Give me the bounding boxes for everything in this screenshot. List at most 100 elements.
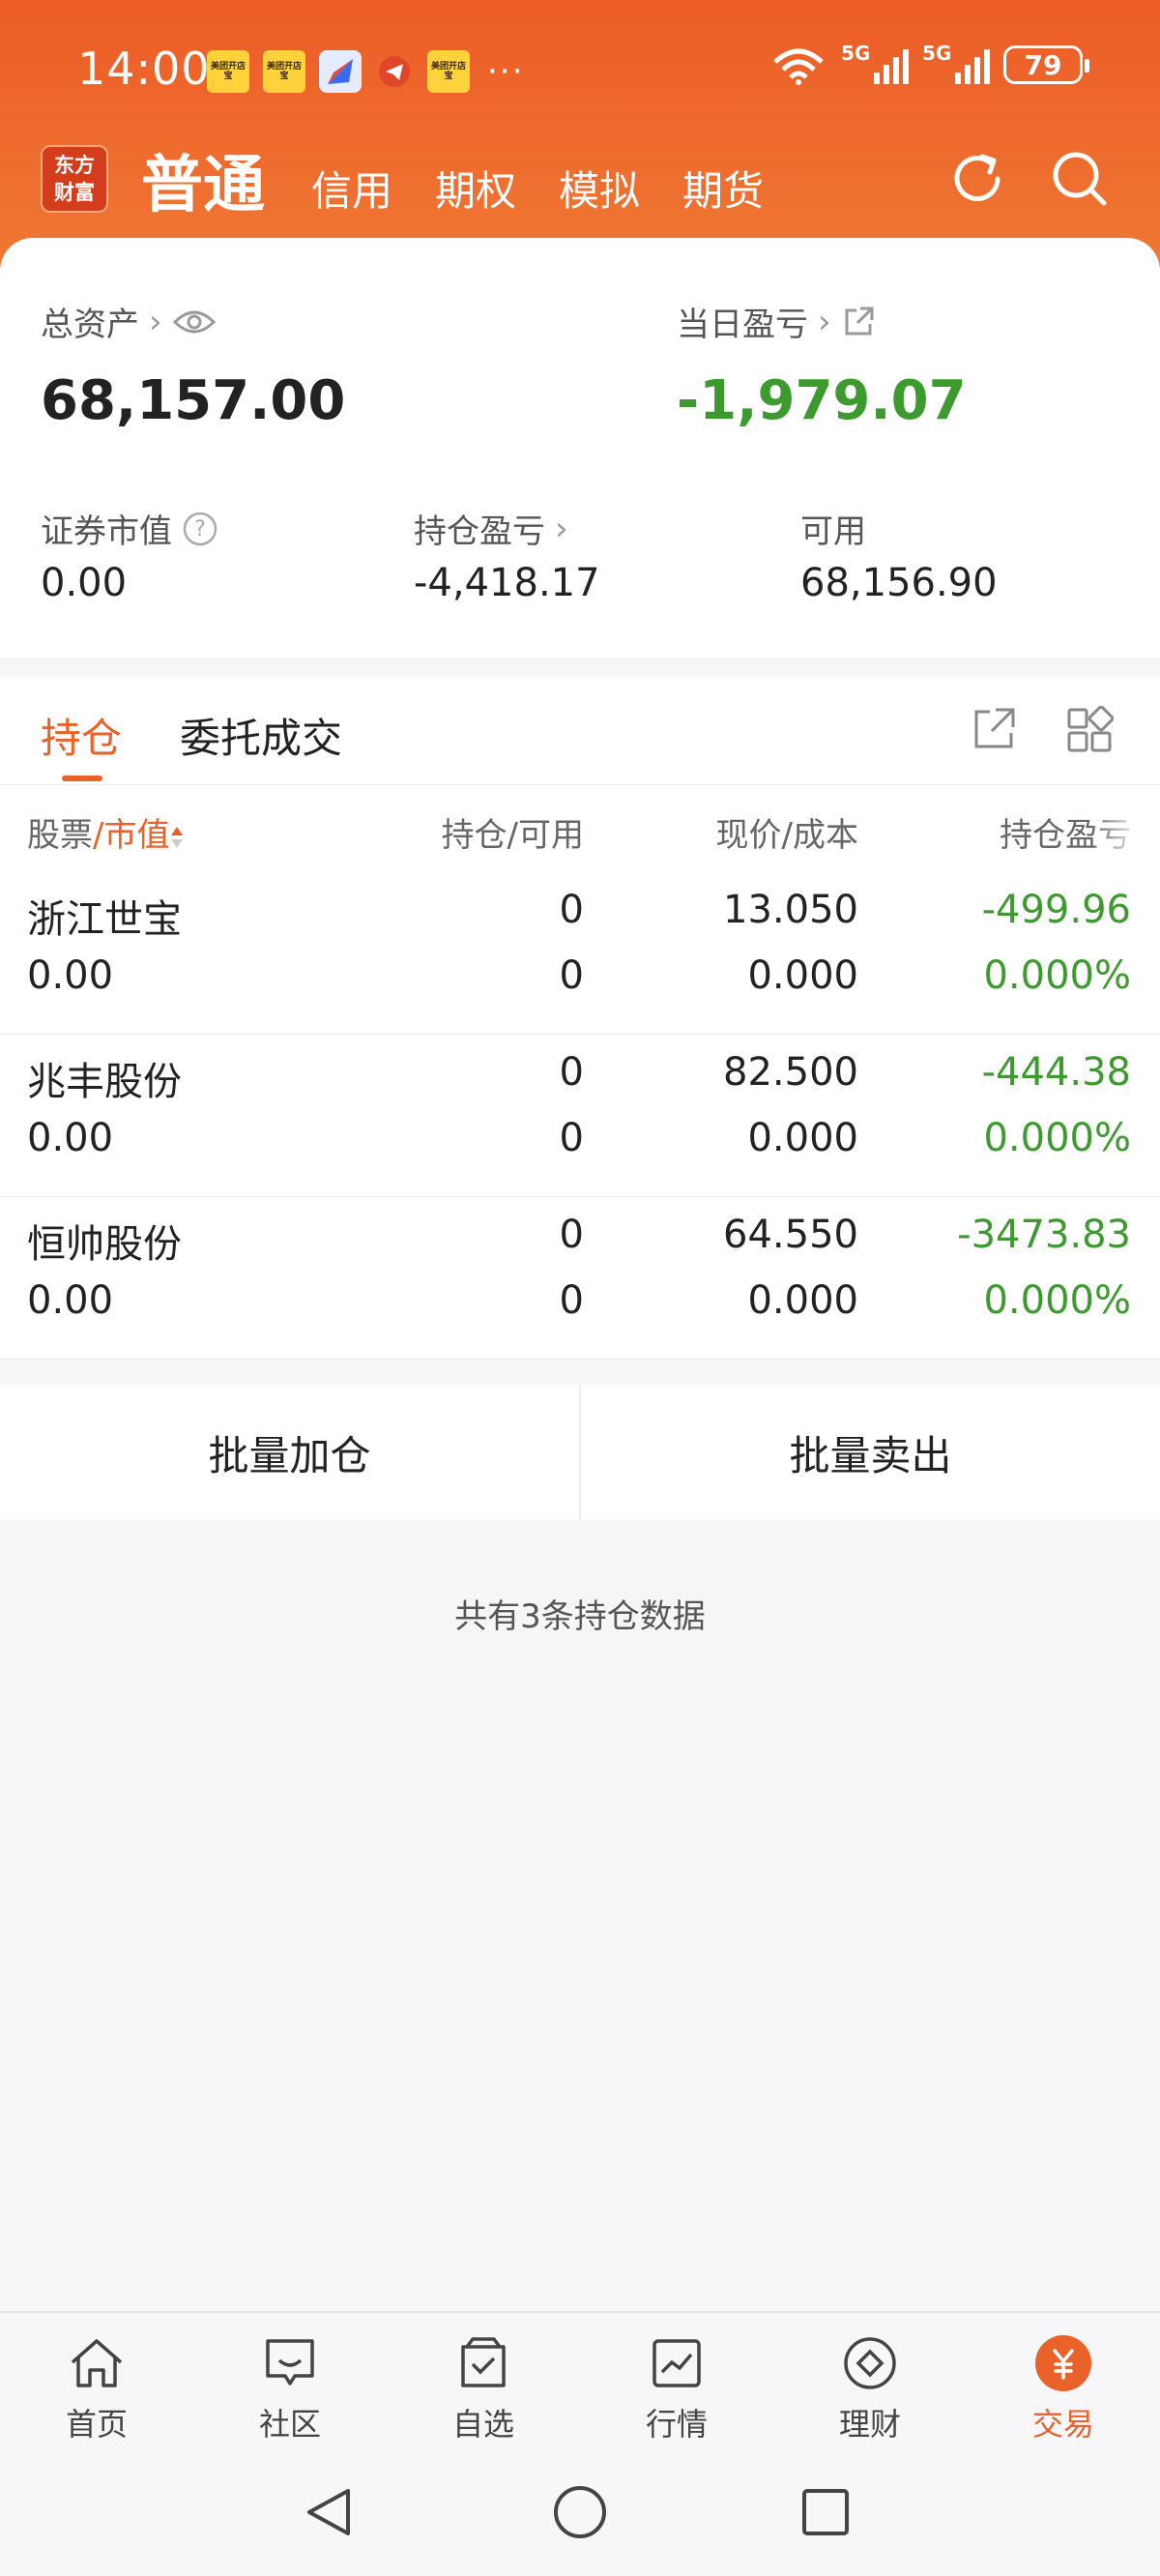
nav-wealth[interactable]: 理财	[773, 2313, 967, 2452]
holding-pl-header[interactable]: 持仓盈亏 ›	[414, 505, 568, 552]
tab-orders-trades[interactable]: 委托成交	[180, 706, 342, 765]
recents-icon[interactable]	[797, 2483, 855, 2541]
search-icon[interactable]	[1046, 145, 1114, 213]
tab-simulation[interactable]: 模拟	[559, 159, 640, 218]
nav-trade[interactable]: 交易	[967, 2313, 1160, 2452]
position-tabs: 持仓 委托成交	[0, 677, 1160, 785]
cost-price: 0.000	[747, 1278, 858, 1323]
export-icon[interactable]	[971, 706, 1017, 752]
daily-pl-value: -1,979.07	[677, 369, 967, 432]
table-row[interactable]: 兆丰股份 0.00 0 0 82.500 0.000 -444.38 0.000…	[0, 1035, 1160, 1197]
current-price: 13.050	[723, 888, 858, 932]
stock-market-value: 0.00	[27, 953, 114, 998]
tab-positions[interactable]: 持仓	[41, 706, 122, 765]
market-value-header: 证券市值 ?	[41, 505, 218, 552]
holding-pl-percent: 0.000%	[983, 1278, 1131, 1323]
nav-community[interactable]: 社区	[193, 2313, 387, 2452]
share-external-icon[interactable]	[841, 305, 876, 339]
total-assets-header[interactable]: 总资产 ›	[41, 298, 217, 345]
account-type-tabs: 信用 期权 模拟 期货	[311, 159, 764, 218]
signal-icon: 5G	[841, 42, 909, 84]
stock-market-value: 0.00	[27, 1116, 114, 1160]
total-assets-label: 总资产	[41, 306, 139, 344]
holding-qty: 0	[559, 1050, 584, 1095]
current-price: 82.500	[723, 1050, 858, 1095]
available-qty: 0	[559, 1278, 584, 1323]
wifi-icon	[773, 48, 824, 85]
column-stock-market-value[interactable]: 股票/市值	[27, 808, 185, 856]
holding-pl-percent: 0.000%	[983, 1116, 1131, 1160]
chevron-right-icon: ›	[555, 509, 568, 548]
diamond-icon	[839, 2332, 901, 2394]
available-header: 可用	[800, 505, 866, 552]
chart-icon	[646, 2332, 708, 2394]
meituan-notification-icon: 美团开店宝	[207, 50, 249, 93]
asset-summary-card: 总资产 › 68,157.00 当日盈亏 › -1,979.07 证券市值 ? …	[0, 238, 1160, 658]
app-notification-icon	[319, 50, 362, 93]
stock-market-value: 0.00	[27, 1278, 114, 1323]
column-holding-pl: 持仓盈亏	[1000, 808, 1131, 856]
meituan-notification-icon: 美团开店宝	[427, 50, 470, 93]
top-nav: 东方 财富 普通 信用 期权 模拟 期货	[0, 135, 1160, 242]
holding-pl: -499.96	[981, 888, 1131, 932]
nav-community-label: 社区	[258, 2406, 321, 2443]
svg-text:?: ?	[194, 517, 206, 542]
batch-add-button[interactable]: 批量加仓	[0, 1385, 579, 1520]
yuan-icon	[1032, 2332, 1094, 2394]
positions-table: 股票/市值 持仓/可用 现价/成本 持仓盈亏 浙江世宝 0.00 0 0 13.…	[0, 785, 1160, 1360]
nav-home[interactable]: 首页	[0, 2313, 193, 2452]
holding-pl: -444.38	[981, 1050, 1131, 1095]
status-right: 5G 5G 79	[769, 42, 1089, 85]
holding-pl-value: -4,418.17	[414, 561, 600, 605]
status-time: 14:00	[77, 43, 211, 95]
table-row[interactable]: 恒帅股份 0.00 0 0 64.550 0.000 -3473.83 0.00…	[0, 1197, 1160, 1360]
account-type-normal[interactable]: 普通	[141, 135, 265, 224]
sort-icon	[171, 826, 184, 848]
daily-pl-label: 当日盈亏	[677, 306, 808, 344]
eye-icon[interactable]	[172, 307, 217, 337]
chevron-right-icon: ›	[818, 302, 831, 341]
cost-price: 0.000	[747, 1116, 858, 1160]
holding-qty: 0	[559, 888, 584, 932]
chat-icon	[259, 2332, 321, 2394]
available-qty: 0	[559, 1116, 584, 1160]
telegram-notification-icon	[375, 52, 414, 91]
table-row[interactable]: 浙江世宝 0.00 0 0 13.050 0.000 -499.96 0.000…	[0, 872, 1160, 1035]
nav-home-label: 首页	[65, 2406, 128, 2443]
checkbox-icon	[452, 2332, 514, 2394]
stock-name: 兆丰股份	[27, 1060, 182, 1104]
home-icon	[66, 2332, 128, 2394]
notification-icons: 美团开店宝 美团开店宝 美团开店宝 ···	[207, 50, 524, 93]
layout-grid-icon[interactable]	[1065, 706, 1114, 754]
active-tab-indicator	[62, 776, 102, 781]
help-icon[interactable]: ?	[182, 511, 218, 547]
back-icon[interactable]	[300, 2483, 358, 2541]
tab-futures[interactable]: 期货	[682, 159, 764, 218]
nav-watchlist[interactable]: 自选	[387, 2313, 580, 2452]
nav-market[interactable]: 行情	[580, 2313, 773, 2452]
available-label: 可用	[800, 512, 866, 551]
chevron-right-icon: ›	[149, 302, 162, 341]
holding-qty: 0	[559, 1213, 584, 1257]
refresh-icon[interactable]	[943, 145, 1011, 213]
available-qty: 0	[559, 953, 584, 998]
stock-name: 恒帅股份	[27, 1222, 182, 1267]
column-holding-available: 持仓/可用	[441, 816, 584, 855]
total-assets-value: 68,157.00	[41, 369, 346, 432]
market-value-label: 证券市值	[41, 512, 172, 551]
column-price-cost: 现价/成本	[715, 816, 858, 855]
holding-pl-percent: 0.000%	[983, 953, 1131, 998]
daily-pl-header[interactable]: 当日盈亏 ›	[677, 298, 876, 345]
nav-market-label: 行情	[645, 2406, 708, 2443]
tab-options[interactable]: 期权	[435, 159, 516, 218]
home-circle-icon[interactable]	[551, 2483, 609, 2541]
holding-pl-label: 持仓盈亏	[414, 512, 545, 551]
system-nav-bar	[0, 2452, 1160, 2576]
bottom-nav: 首页 社区 自选 行情 理财 交易	[0, 2311, 1160, 2452]
batch-actions: 批量加仓 批量卖出	[0, 1385, 1160, 1520]
batch-sell-button[interactable]: 批量卖出	[581, 1385, 1160, 1520]
battery-icon: 79	[1003, 45, 1089, 84]
tab-credit[interactable]: 信用	[311, 159, 392, 218]
market-value: 0.00	[41, 561, 128, 605]
app-logo[interactable]: 东方 财富	[41, 145, 108, 213]
